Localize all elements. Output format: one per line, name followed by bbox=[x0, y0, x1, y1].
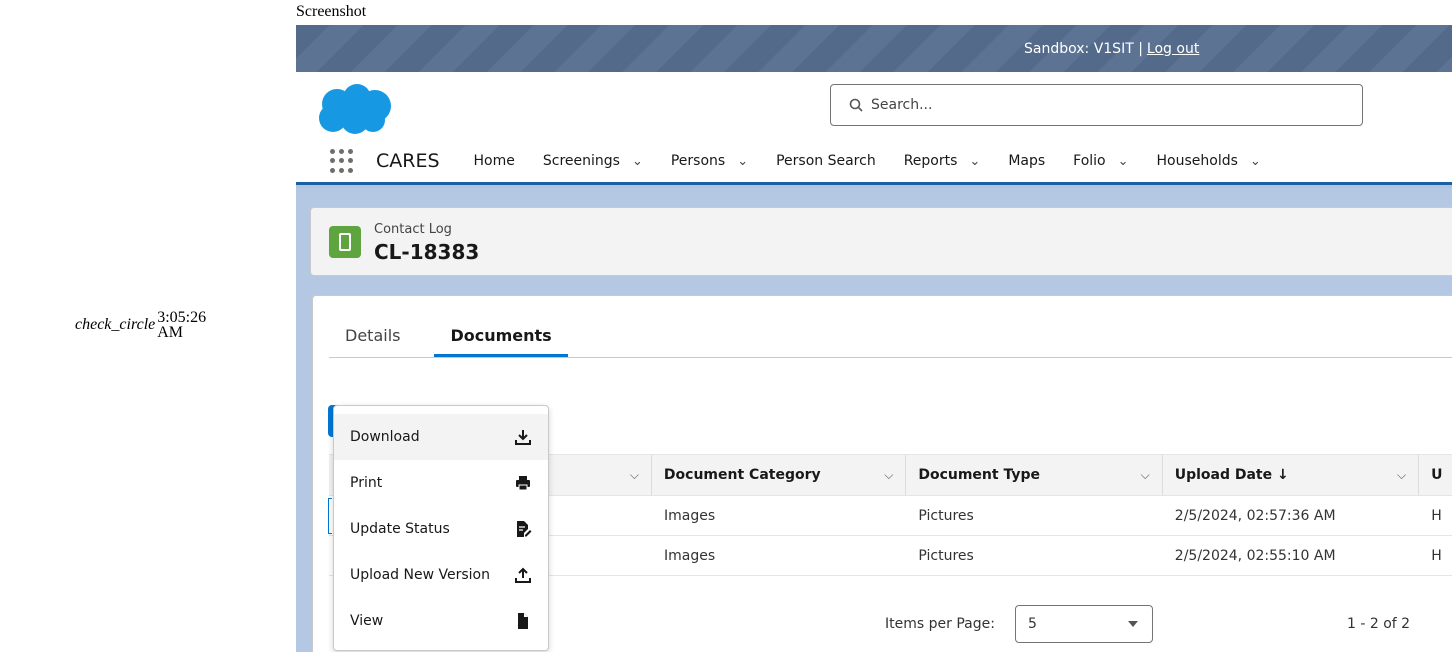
search-icon bbox=[849, 98, 863, 112]
download-icon bbox=[515, 430, 531, 445]
menu-item-label: Upload New Version bbox=[350, 567, 490, 583]
cell-truncated: H bbox=[1431, 507, 1442, 524]
items-per-page-value: 5 bbox=[1028, 616, 1037, 632]
nav-item-label: Reports bbox=[903, 153, 958, 169]
salesforce-logo-icon bbox=[319, 84, 391, 134]
status-time: 3:05:26 AM bbox=[157, 309, 207, 341]
row-focus-indicator bbox=[328, 498, 332, 534]
global-header: Search... CARES Home Screenings ⌄ Persons… bbox=[296, 72, 1452, 185]
items-per-page-select[interactable]: 5 bbox=[1015, 605, 1153, 643]
column-header-document-category[interactable]: Document Category ⌵ bbox=[652, 455, 907, 495]
tab-bar: Details Documents bbox=[329, 314, 1452, 358]
items-per-page-label: Items per Page: bbox=[885, 616, 995, 632]
sandbox-banner: Sandbox: V1SIT | Log out bbox=[296, 25, 1452, 72]
cell-upload-date: 2/5/2024, 02:55:10 AM bbox=[1174, 547, 1336, 564]
chevron-down-icon[interactable]: ⌄ bbox=[1118, 154, 1129, 169]
menu-item-print[interactable]: Print bbox=[334, 460, 548, 506]
salesforce-app: Sandbox: V1SIT | Log out Search... CARES… bbox=[296, 25, 1452, 652]
menu-item-download[interactable]: Download bbox=[334, 414, 548, 460]
cell-upload-date: 2/5/2024, 02:57:36 AM bbox=[1174, 507, 1336, 524]
chevron-down-icon[interactable]: ⌄ bbox=[737, 154, 748, 169]
cell-document-category: Images bbox=[663, 507, 716, 524]
record-title: CL-18383 bbox=[374, 240, 480, 264]
app-name: CARES bbox=[376, 150, 440, 172]
cell-document-type: Pictures bbox=[918, 547, 974, 564]
menu-item-label: Download bbox=[350, 429, 420, 445]
nav-item-label: Person Search bbox=[776, 153, 876, 169]
chevron-down-icon[interactable]: ⌵ bbox=[1397, 468, 1406, 483]
app-launcher-icon[interactable] bbox=[330, 149, 354, 173]
status-indicator: check_circle 3:05:26 AM bbox=[75, 309, 217, 341]
logout-link[interactable]: Log out bbox=[1147, 41, 1199, 57]
menu-item-label: View bbox=[350, 613, 384, 629]
nav-item-label: Maps bbox=[1008, 153, 1046, 169]
chevron-down-icon[interactable]: ⌵ bbox=[1141, 468, 1150, 483]
print-icon bbox=[516, 476, 530, 491]
cell-document-category: Images bbox=[663, 547, 716, 564]
nav-item-label: Home bbox=[473, 153, 515, 169]
menu-item-update-status[interactable]: Update Status bbox=[334, 506, 548, 552]
cell-truncated: H bbox=[1431, 547, 1442, 564]
page-range: 1 - 2 of 2 bbox=[1347, 616, 1411, 632]
actions-dropdown-menu: Download Print Update Status Upload New … bbox=[333, 405, 549, 651]
contact-log-icon bbox=[329, 226, 361, 258]
caret-down-icon bbox=[1128, 621, 1138, 627]
chevron-down-icon[interactable]: ⌄ bbox=[632, 154, 643, 169]
nav-item-home[interactable]: Home bbox=[474, 153, 515, 169]
nav-item-screenings[interactable]: Screenings ⌄ bbox=[543, 153, 643, 169]
cell-document-type: Pictures bbox=[918, 507, 974, 524]
nav-item-households[interactable]: Households ⌄ bbox=[1157, 153, 1261, 169]
screenshot-caption: Screenshot bbox=[296, 3, 367, 20]
column-header-truncated[interactable]: U bbox=[1419, 455, 1452, 495]
nav-item-label: Households bbox=[1156, 153, 1238, 169]
global-search-input[interactable]: Search... bbox=[830, 84, 1363, 126]
nav-item-label: Persons bbox=[670, 153, 726, 169]
check-circle-icon: check_circle bbox=[75, 316, 156, 333]
chevron-down-icon[interactable]: ⌵ bbox=[884, 468, 893, 483]
upload-icon bbox=[515, 567, 531, 583]
tab-documents[interactable]: Documents bbox=[434, 314, 568, 357]
chevron-down-icon[interactable]: ⌵ bbox=[630, 468, 639, 483]
column-header-upload-date[interactable]: Upload Date ↓ ⌵ bbox=[1163, 455, 1420, 495]
edit-document-icon bbox=[517, 521, 532, 537]
nav-bar: CARES Home Screenings ⌄ Persons ⌄ Person S… bbox=[296, 140, 1452, 182]
nav-item-persons[interactable]: Persons ⌄ bbox=[671, 153, 748, 169]
nav-item-folio[interactable]: Folio ⌄ bbox=[1073, 153, 1128, 169]
nav-item-reports[interactable]: Reports ⌄ bbox=[904, 153, 981, 169]
nav-item-label: Screenings bbox=[542, 153, 620, 169]
record-header: Contact Log CL-18383 bbox=[310, 207, 1452, 276]
sandbox-label: Sandbox: V1SIT | bbox=[1024, 40, 1143, 57]
menu-item-view[interactable]: View bbox=[334, 598, 548, 644]
menu-item-label: Print bbox=[350, 475, 383, 491]
chevron-down-icon[interactable]: ⌄ bbox=[1250, 154, 1261, 169]
chevron-down-icon[interactable]: ⌄ bbox=[969, 154, 980, 169]
nav-item-maps[interactable]: Maps bbox=[1008, 153, 1045, 169]
record-object-label: Contact Log bbox=[374, 222, 452, 237]
search-placeholder: Search... bbox=[871, 97, 933, 113]
column-header-document-type[interactable]: Document Type ⌵ bbox=[906, 455, 1163, 495]
nav-item-label: Folio bbox=[1073, 153, 1106, 169]
file-icon bbox=[518, 613, 528, 629]
menu-item-label: Update Status bbox=[350, 521, 450, 537]
tab-details[interactable]: Details bbox=[329, 314, 416, 357]
nav-item-person-search[interactable]: Person Search bbox=[776, 153, 876, 169]
menu-item-upload-new-version[interactable]: Upload New Version bbox=[334, 552, 548, 598]
